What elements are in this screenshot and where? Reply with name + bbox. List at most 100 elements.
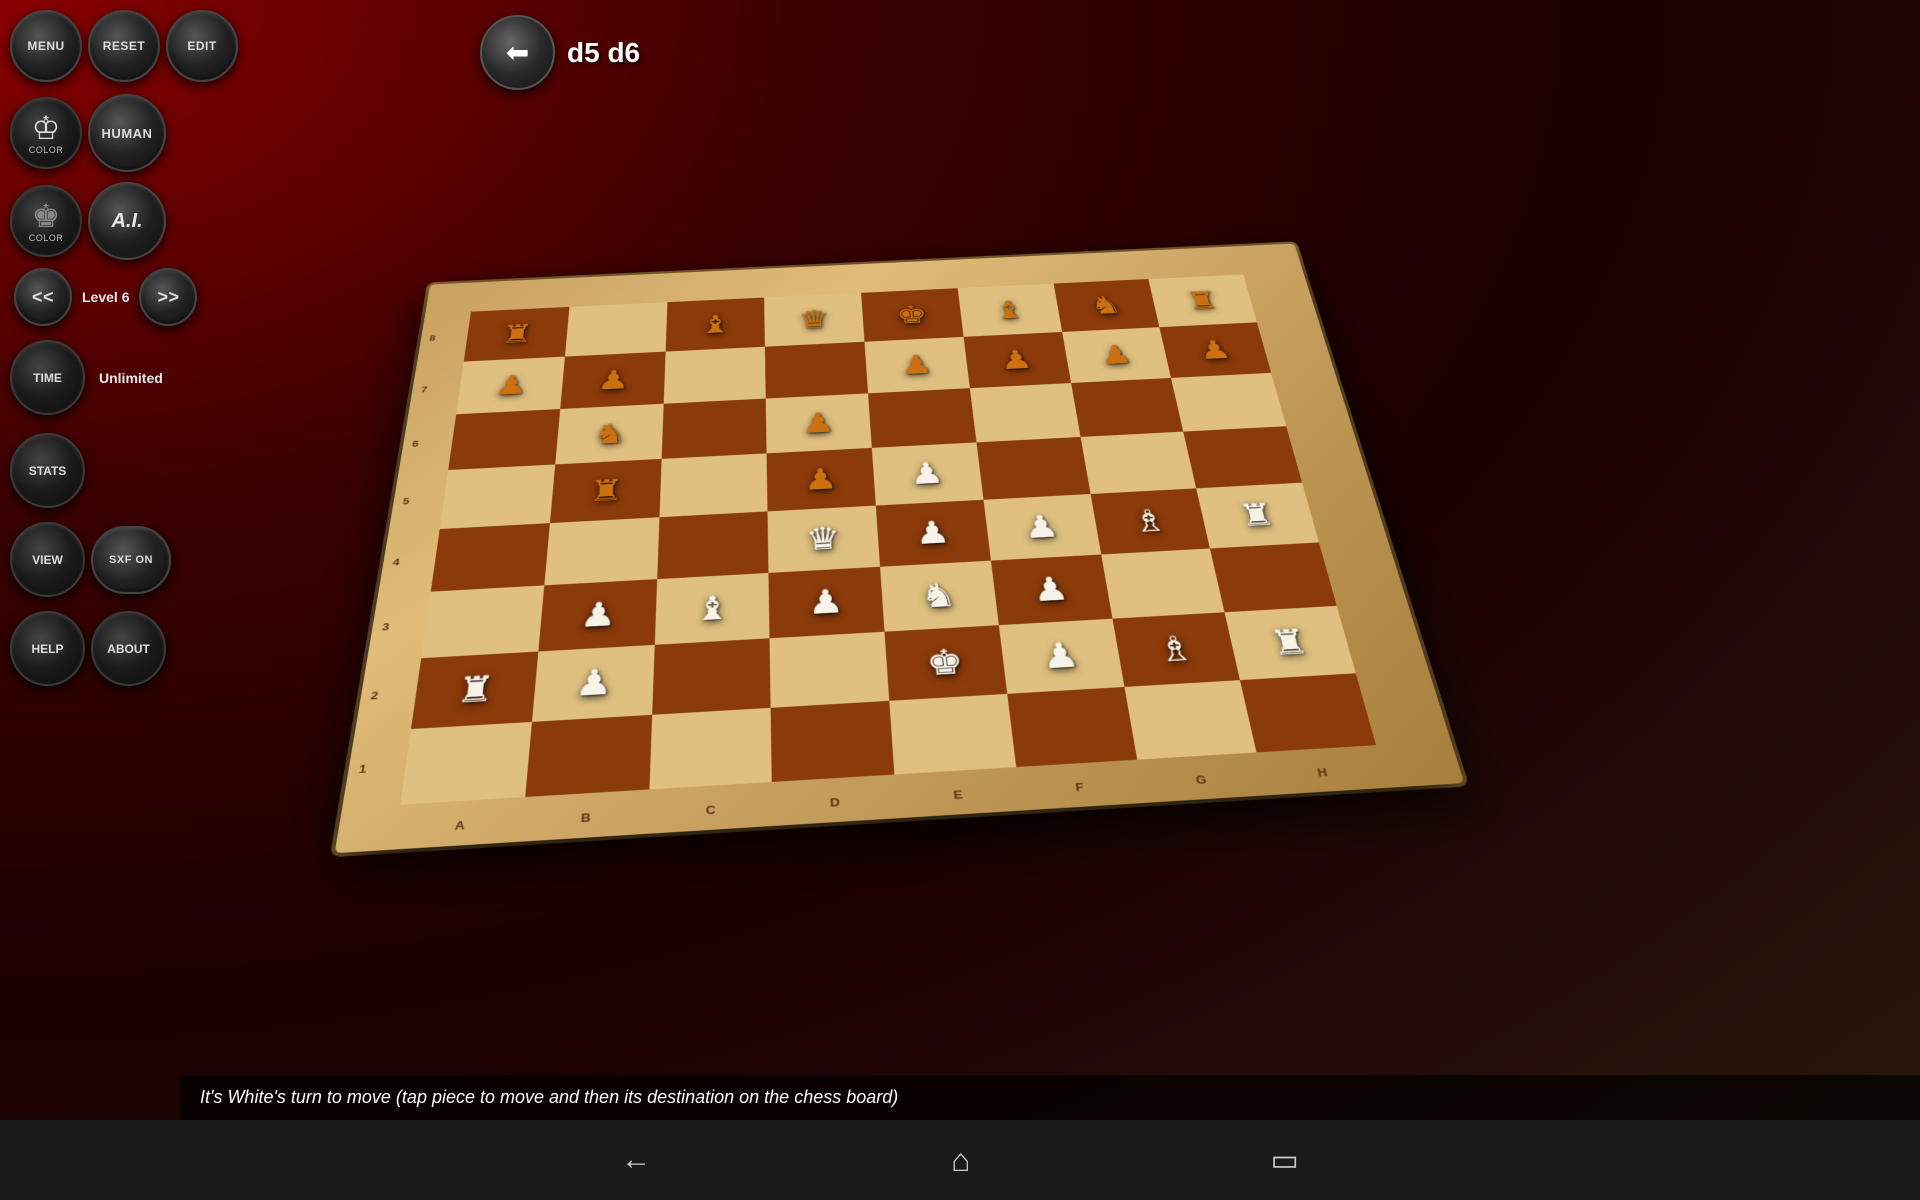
human-button[interactable]: HUMAN <box>88 94 166 172</box>
square-c3[interactable]: ♝ <box>654 573 769 645</box>
square-g7[interactable]: ♟ <box>1062 327 1171 383</box>
square-e8[interactable]: ♚ <box>861 288 963 342</box>
square-d7[interactable] <box>765 342 868 399</box>
piece-b5: ♜ <box>588 475 624 506</box>
square-d4[interactable]: ♛ <box>768 506 880 573</box>
square-h4[interactable]: ♜ <box>1196 483 1318 549</box>
square-h8[interactable]: ♜ <box>1149 274 1257 327</box>
square-b4[interactable] <box>544 517 659 585</box>
piece-h8: ♜ <box>1184 288 1221 313</box>
chess-board-grid[interactable]: ♜ ♝ ♛ ♚ ♝ ♞ ♜ ♟ ♟ ♟ ♟ ♟ ♟ ♞ <box>400 274 1376 804</box>
square-f7[interactable]: ♟ <box>963 332 1070 388</box>
square-c1[interactable] <box>649 708 772 790</box>
square-g5[interactable] <box>1080 432 1196 494</box>
square-a3[interactable] <box>421 585 544 658</box>
time-button[interactable]: TIME <box>10 340 85 415</box>
square-a2[interactable]: ♜ <box>411 652 538 730</box>
square-e5[interactable]: ♟ <box>872 442 983 505</box>
square-b3[interactable]: ♟ <box>538 579 657 651</box>
nav-back-icon[interactable]: ← <box>621 1143 651 1177</box>
nav-recent-icon[interactable]: ▭ <box>1270 1143 1298 1178</box>
square-g6[interactable] <box>1071 378 1184 437</box>
square-d3[interactable]: ♟ <box>769 567 885 639</box>
square-b5[interactable]: ♜ <box>550 459 662 523</box>
ai-button[interactable]: A.I. <box>88 182 166 260</box>
square-e2[interactable]: ♚ <box>885 625 1007 701</box>
square-e6[interactable] <box>868 388 976 448</box>
black-king-icon: ♚ <box>32 200 61 232</box>
square-a7[interactable]: ♟ <box>456 357 565 415</box>
square-b7[interactable]: ♟ <box>560 352 665 409</box>
square-d8[interactable]: ♛ <box>764 293 864 347</box>
piece-f8: ♝ <box>992 297 1026 322</box>
piece-e8: ♚ <box>895 302 928 328</box>
square-g1[interactable] <box>1124 680 1257 760</box>
player1-color-button[interactable]: ♔ COLOR <box>10 97 82 169</box>
view-button[interactable]: VIEW <box>10 522 85 597</box>
square-d5[interactable]: ♟ <box>767 448 876 512</box>
square-f6[interactable] <box>970 383 1080 442</box>
square-g3[interactable] <box>1101 548 1225 618</box>
toolbar-row: MENU RESET EDIT <box>10 10 175 82</box>
square-d2[interactable] <box>770 632 890 708</box>
square-h6[interactable] <box>1171 373 1286 432</box>
square-e1[interactable] <box>889 694 1016 775</box>
square-c6[interactable] <box>661 399 767 459</box>
help-button[interactable]: HELP <box>10 611 85 686</box>
square-a8[interactable]: ♜ <box>464 307 569 362</box>
stats-button[interactable]: STATS <box>10 433 85 508</box>
square-g2[interactable]: ♗ <box>1112 612 1240 687</box>
square-g4[interactable]: ♗ <box>1090 488 1210 554</box>
square-c7[interactable] <box>663 347 766 404</box>
square-h2[interactable]: ♜ <box>1225 606 1356 680</box>
square-h7[interactable]: ♟ <box>1160 322 1272 378</box>
back-arrow-icon: ⬅ <box>506 36 529 69</box>
square-e3[interactable]: ♞ <box>880 561 999 632</box>
piece-d6: ♟ <box>801 409 835 438</box>
square-g8[interactable]: ♞ <box>1053 279 1159 332</box>
square-c5[interactable] <box>659 453 768 517</box>
square-a6[interactable] <box>448 409 560 470</box>
square-b6[interactable]: ♞ <box>555 404 663 465</box>
piece-e7: ♟ <box>899 351 933 378</box>
piece-e4: ♟ <box>914 517 951 549</box>
square-f1[interactable] <box>1007 687 1137 767</box>
nav-home-icon[interactable]: ⌂ <box>951 1142 970 1179</box>
square-h1[interactable] <box>1240 673 1376 752</box>
sxf-button[interactable]: SXF ON <box>91 526 171 594</box>
square-h5[interactable] <box>1183 426 1302 488</box>
square-d1[interactable] <box>771 701 895 782</box>
square-b2[interactable]: ♟ <box>532 645 655 722</box>
square-f2[interactable]: ♟ <box>999 619 1124 694</box>
level-prev-button[interactable]: << <box>14 268 72 326</box>
square-d6[interactable]: ♟ <box>766 393 872 453</box>
square-c4[interactable] <box>657 511 769 579</box>
square-c8[interactable]: ♝ <box>665 298 765 352</box>
square-h3[interactable] <box>1210 542 1337 612</box>
reset-button[interactable]: RESET <box>88 10 160 82</box>
piece-f3: ♟ <box>1031 572 1071 606</box>
menu-button[interactable]: MENU <box>10 10 82 82</box>
square-a1[interactable] <box>400 722 532 805</box>
edit-button[interactable]: EDIT <box>166 10 238 82</box>
board-3d-wrapper: 8 7 6 5 4 3 2 1 A B C D E F G H <box>280 209 1564 915</box>
piece-a7: ♟ <box>493 371 529 399</box>
player2-color-label: COLOR <box>29 233 64 243</box>
square-f8[interactable]: ♝ <box>957 284 1061 337</box>
player2-color-button[interactable]: ♚ COLOR <box>10 185 82 257</box>
back-move-button[interactable]: ⬅ <box>480 15 555 90</box>
square-b8[interactable] <box>565 302 667 356</box>
piece-b2: ♟ <box>574 664 614 701</box>
piece-d4: ♛ <box>805 523 841 555</box>
square-e7[interactable]: ♟ <box>865 337 970 393</box>
square-c2[interactable] <box>652 638 771 715</box>
square-e4[interactable]: ♟ <box>876 500 991 567</box>
square-f3[interactable]: ♟ <box>991 555 1112 626</box>
square-f5[interactable] <box>976 437 1090 500</box>
square-a5[interactable] <box>440 464 555 529</box>
square-b1[interactable] <box>525 715 652 797</box>
piece-c3: ♝ <box>694 591 730 625</box>
square-a4[interactable] <box>431 523 550 592</box>
about-button[interactable]: ABOUT <box>91 611 166 686</box>
square-f4[interactable]: ♟ <box>983 494 1100 561</box>
